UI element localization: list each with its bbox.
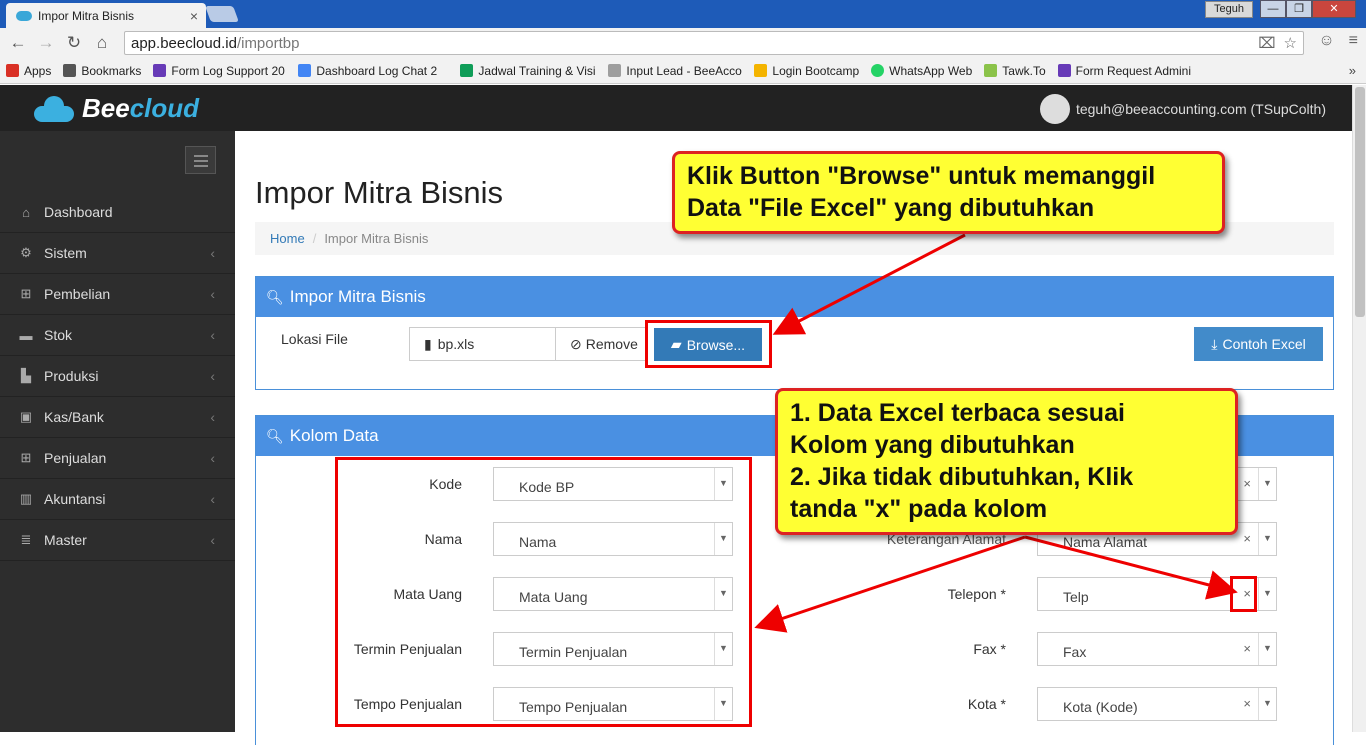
annotation-arrows: [754, 233, 1238, 633]
arrow-to-left-fields: [754, 535, 1026, 633]
browse-instruction-callout: Klik Button "Browse" untuk memanggil Dat…: [672, 151, 1225, 234]
arrow-to-browse: [772, 233, 966, 335]
arrow-to-clear-x: [1024, 535, 1238, 600]
columns-instruction-callout: 1. Data Excel terbaca sesuai Kolom yang …: [775, 388, 1238, 535]
